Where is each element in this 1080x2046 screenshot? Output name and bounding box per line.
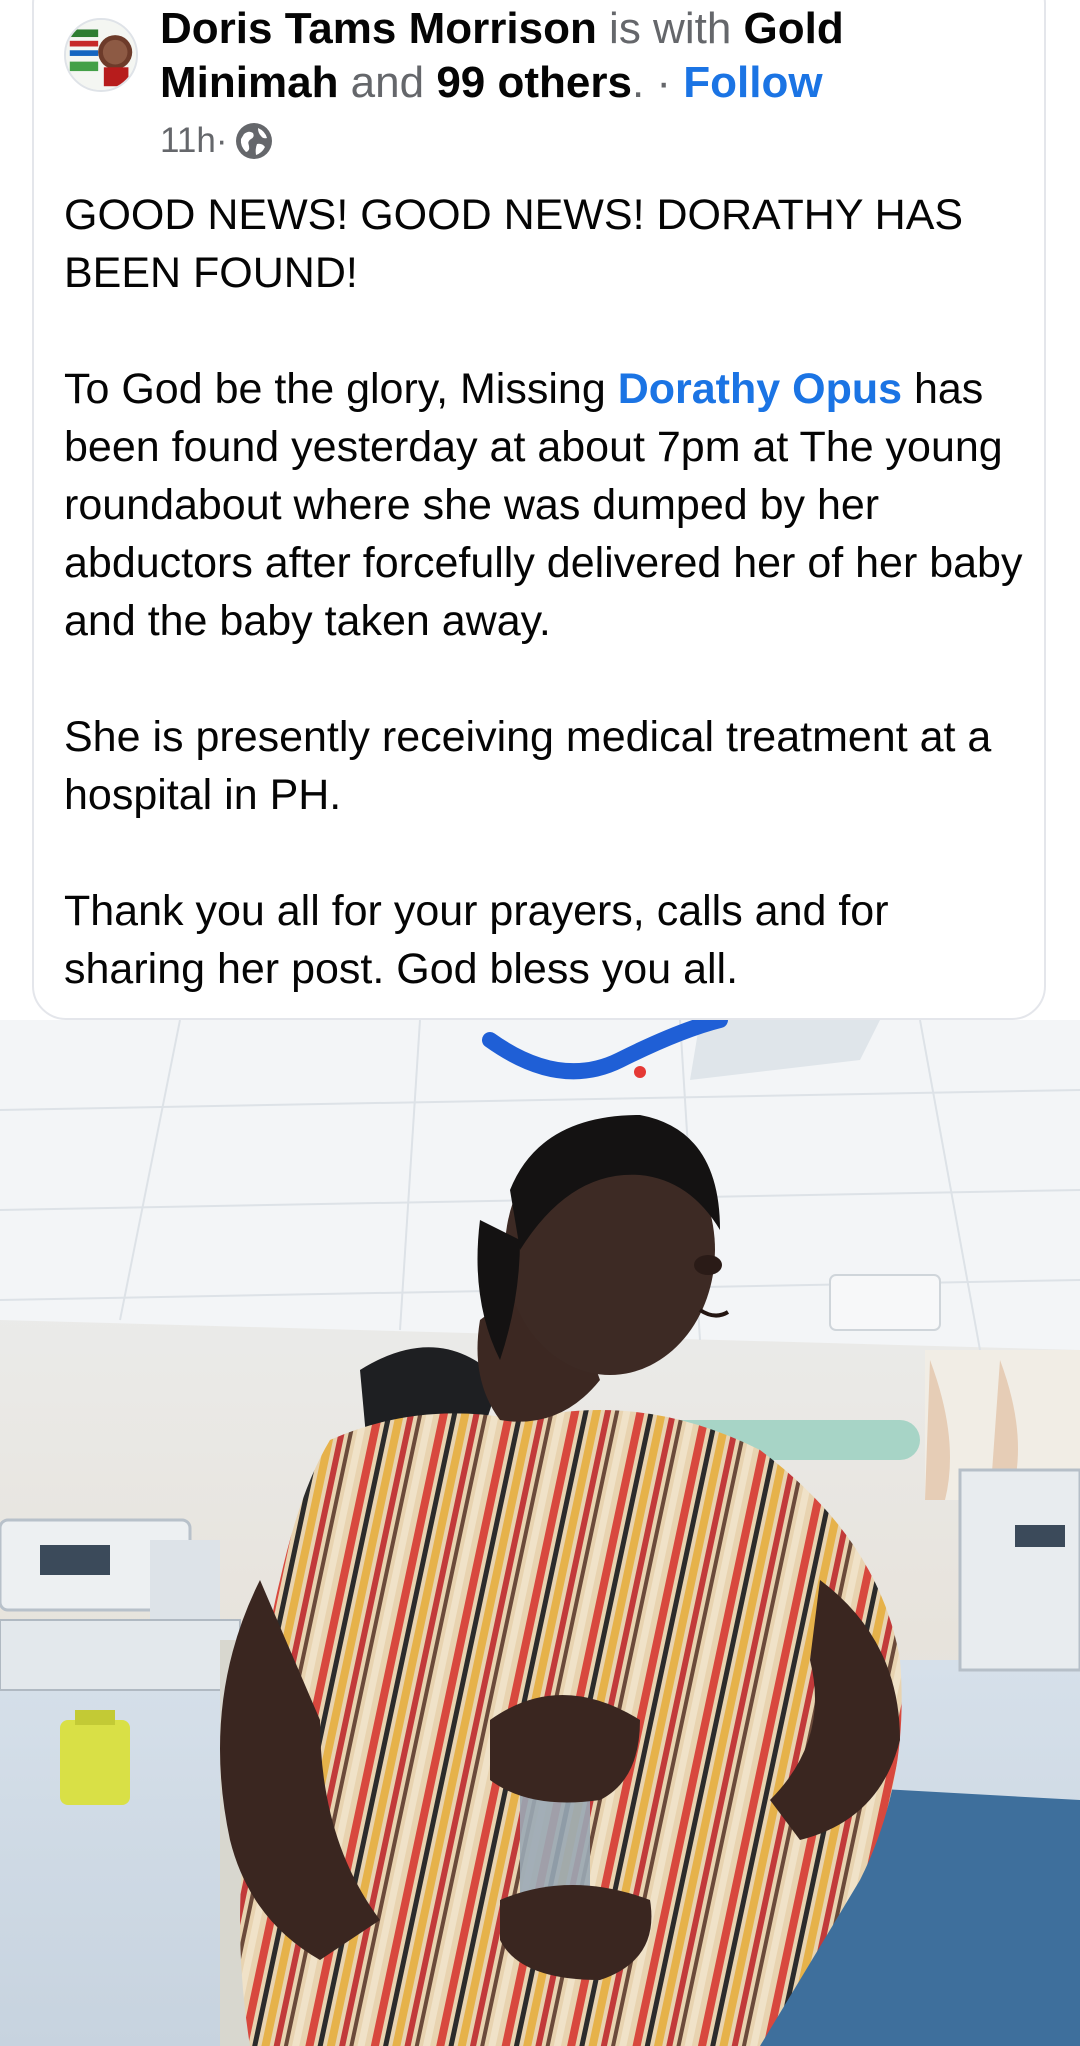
dot-separator: . ·	[631, 58, 684, 107]
author-avatar[interactable]	[64, 18, 138, 92]
post-time[interactable]: 11h	[160, 121, 216, 161]
with-text: is with	[596, 4, 744, 53]
post-paragraph: Thank you all for your prayers, calls an…	[64, 887, 889, 993]
and-text: and	[338, 58, 437, 107]
avatar-image	[66, 20, 136, 90]
post-paragraph: She is presently receiving medical treat…	[64, 713, 992, 819]
photo-image	[0, 1020, 1080, 2046]
post-paragraph: To God be the glory, Missing Dorathy Opu…	[64, 360, 1024, 650]
paragraph-text: To God be the glory, Missing	[64, 365, 618, 413]
post-paragraph: GOOD NEWS! GOOD NEWS! DORATHY HAS BEEN F…	[64, 191, 964, 297]
globe-icon	[235, 122, 273, 160]
follow-button[interactable]: Follow	[683, 58, 822, 107]
post-body: GOOD NEWS! GOOD NEWS! DORATHY HAS BEEN F…	[64, 186, 1024, 998]
tagged-others[interactable]: 99 others	[436, 58, 632, 107]
mention-link[interactable]: Dorathy Opus	[618, 365, 902, 413]
post-header: Doris Tams Morrison is with Gold Minimah…	[64, 0, 1024, 170]
author-name[interactable]: Doris Tams Morrison	[160, 4, 597, 53]
time-separator: ·	[215, 121, 228, 160]
post-meta: 11h ·	[160, 118, 273, 164]
post-photo[interactable]	[0, 1020, 1080, 2046]
author-line: Doris Tams Morrison is with Gold Minimah…	[160, 2, 940, 110]
